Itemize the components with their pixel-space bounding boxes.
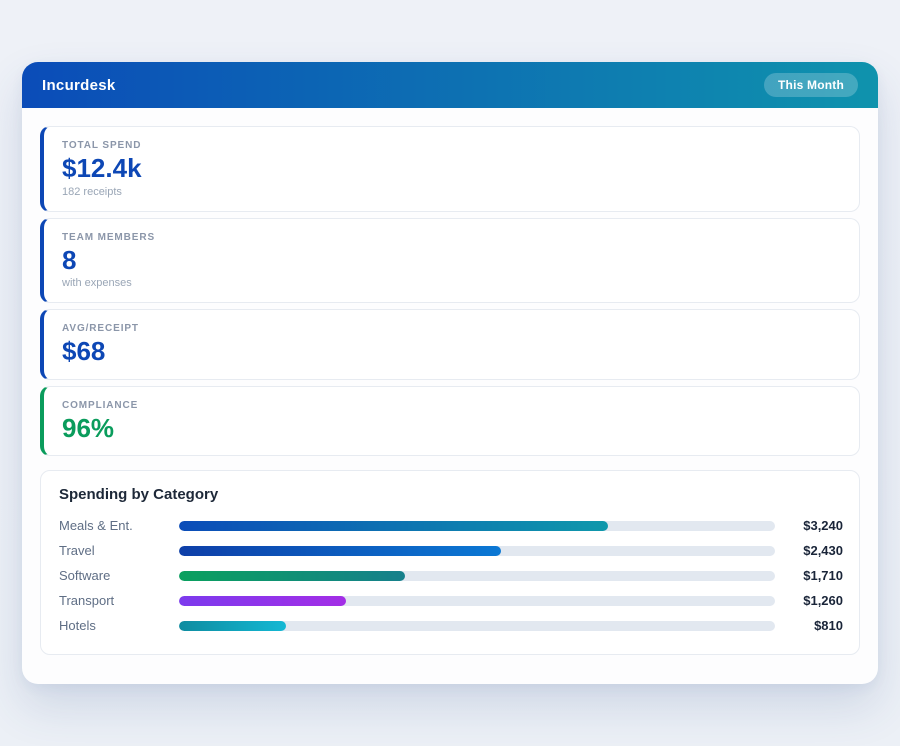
stat-label: COMPLIANCE bbox=[62, 400, 841, 411]
chart-category-label: Software bbox=[59, 568, 179, 583]
chart-row: Hotels $810 bbox=[59, 613, 843, 638]
chart-category-label: Transport bbox=[59, 593, 179, 608]
stat-card: COMPLIANCE 96% bbox=[40, 386, 860, 457]
bar-fill bbox=[179, 546, 501, 556]
period-badge[interactable]: This Month bbox=[764, 73, 858, 97]
app-header: Incurdesk This Month bbox=[22, 62, 878, 108]
stat-sublabel: 182 receipts bbox=[62, 186, 841, 198]
chart-value-label: $810 bbox=[775, 618, 843, 633]
stat-label: AVG/RECEIPT bbox=[62, 323, 841, 334]
chart-value-label: $3,240 bbox=[775, 518, 843, 533]
chart-value-label: $1,260 bbox=[775, 593, 843, 608]
chart-row: Software $1,710 bbox=[59, 563, 843, 588]
chart-value-label: $1,710 bbox=[775, 568, 843, 583]
chart-category-label: Hotels bbox=[59, 618, 179, 633]
bar-fill bbox=[179, 621, 286, 631]
stat-label: TOTAL SPEND bbox=[62, 140, 841, 151]
bar-track bbox=[179, 596, 775, 606]
stat-value: 8 bbox=[62, 246, 841, 275]
main-content: TOTAL SPEND $12.4k 182 receipts TEAM MEMBER… bbox=[22, 108, 878, 673]
chart-rows: Meals & Ent. $3,240 Travel $2,430 Software $1… bbox=[59, 513, 843, 638]
bar-track bbox=[179, 571, 775, 581]
chart-row: Meals & Ent. $3,240 bbox=[59, 513, 843, 538]
stat-value: $68 bbox=[62, 337, 841, 366]
chart-card: Spending by Category Meals & Ent. $3,240 T… bbox=[40, 470, 860, 655]
bar-fill bbox=[179, 571, 405, 581]
stat-sublabel: with expenses bbox=[62, 277, 841, 289]
stat-label: TEAM MEMBERS bbox=[62, 232, 841, 243]
chart-category-label: Meals & Ent. bbox=[59, 518, 179, 533]
chart-value-label: $2,430 bbox=[775, 543, 843, 558]
app-title: Incurdesk bbox=[42, 77, 116, 94]
stat-card: TOTAL SPEND $12.4k 182 receipts bbox=[40, 126, 860, 212]
app-panel: Incurdesk This Month TOTAL SPEND $12.4k 18… bbox=[22, 62, 878, 684]
bar-track bbox=[179, 621, 775, 631]
stat-card: TEAM MEMBERS 8 with expenses bbox=[40, 218, 860, 304]
chart-category-label: Travel bbox=[59, 543, 179, 558]
stat-value: $12.4k bbox=[62, 154, 841, 183]
stats-list: TOTAL SPEND $12.4k 182 receipts TEAM MEMBER… bbox=[40, 126, 860, 456]
chart-row: Transport $1,260 bbox=[59, 588, 843, 613]
stat-value: 96% bbox=[62, 414, 841, 443]
chart-row: Travel $2,430 bbox=[59, 538, 843, 563]
bar-fill bbox=[179, 521, 608, 531]
stat-card: AVG/RECEIPT $68 bbox=[40, 309, 860, 380]
bar-fill bbox=[179, 596, 346, 606]
bar-track bbox=[179, 521, 775, 531]
bar-track bbox=[179, 546, 775, 556]
chart-title: Spending by Category bbox=[59, 486, 843, 503]
